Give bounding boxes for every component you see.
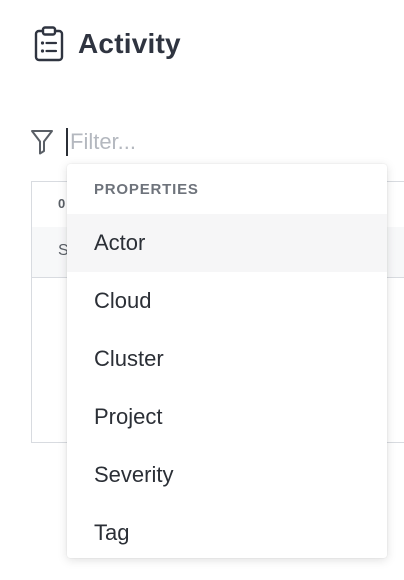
- menu-item-actor[interactable]: Actor: [67, 214, 387, 272]
- menu-item-label: Project: [94, 404, 163, 429]
- menu-item-label: Actor: [94, 230, 146, 255]
- menu-item-label: Severity: [94, 462, 174, 487]
- menu-item-label: Cluster: [94, 346, 164, 371]
- menu-item-tag[interactable]: Tag: [67, 504, 387, 562]
- filter-funnel-icon[interactable]: [30, 129, 54, 155]
- menu-item-severity[interactable]: Severity: [67, 446, 387, 504]
- properties-section-label: PROPERTIES: [94, 181, 199, 198]
- page-title: Activity: [78, 28, 181, 59]
- menu-item-project[interactable]: Project: [67, 388, 387, 446]
- menu-item-cluster[interactable]: Cluster: [67, 330, 387, 388]
- filter-input[interactable]: [66, 128, 370, 156]
- page-header: Activity: [34, 26, 181, 62]
- menu-item-label: Tag: [94, 520, 130, 545]
- activity-page: Activity 0 S PROPERTIES Actor Cloud Clus…: [0, 0, 404, 580]
- menu-item-label: Cloud: [94, 288, 152, 313]
- filter-suggestions-dropdown: PROPERTIES Actor Cloud Cluster Project S…: [67, 164, 387, 558]
- menu-item-cloud[interactable]: Cloud: [67, 272, 387, 330]
- filter-bar: [30, 126, 404, 158]
- table-header-cell: 0: [58, 196, 66, 211]
- properties-menu: Actor Cloud Cluster Project Severity Tag: [67, 214, 387, 562]
- clipboard-list-icon: [34, 26, 64, 62]
